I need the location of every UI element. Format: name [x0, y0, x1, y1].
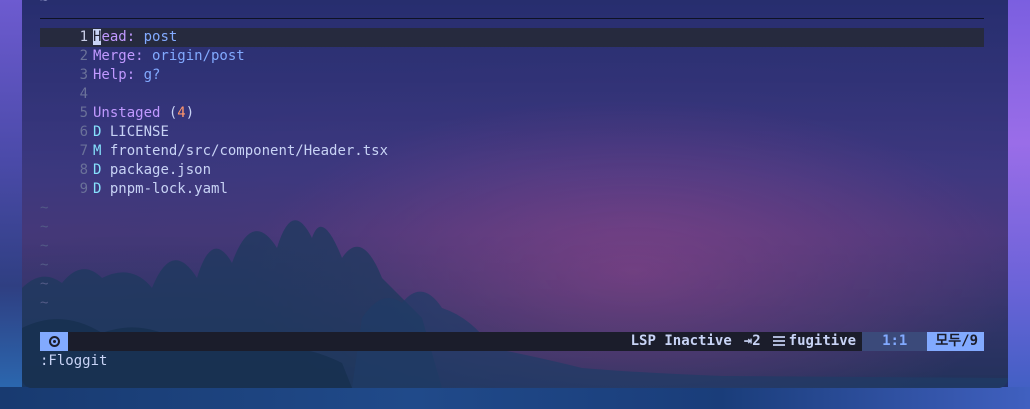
file-name: LICENSE — [109, 124, 169, 140]
line-number: 5 — [79, 105, 88, 121]
file-name: frontend/src/component/Header.tsx — [109, 143, 389, 159]
tilde-marker: ~ — [40, 295, 49, 311]
filetype-icon — [772, 335, 785, 347]
desktop-wallpaper-left — [0, 0, 22, 409]
line-number: 3 — [79, 67, 88, 83]
buffer-line-unstaged-header[interactable]: 5 Unstaged (4) — [40, 104, 984, 123]
window-separator — [40, 18, 984, 19]
unstaged-file-item[interactable]: 8D package.json — [40, 161, 984, 180]
merge-branch: origin/post — [143, 48, 245, 64]
buffer-line-help[interactable]: 3 Help: g? — [40, 66, 984, 85]
merge-key: Merge: — [93, 48, 144, 64]
tilde-marker: ~ — [40, 219, 49, 235]
buffer-line-blank[interactable]: 4 — [40, 85, 984, 104]
statusline: LSP Inactive ⇥2 fugitive 1:1 모두/9 — [40, 332, 984, 351]
line-number: 2 — [79, 48, 88, 64]
command-line[interactable]: :Floggit — [40, 352, 107, 371]
file-status-deleted: D — [93, 162, 102, 178]
filetype-indicator: fugitive — [767, 332, 862, 351]
empty-line: ~ — [40, 218, 984, 237]
file-status-deleted: D — [93, 124, 102, 140]
unstaged-file-item[interactable]: 7M frontend/src/component/Header.tsx — [40, 142, 984, 161]
line-number: 7 — [79, 143, 88, 159]
indent-setting: ⇥2 — [743, 333, 761, 349]
file-status-modified: M — [93, 143, 102, 159]
file-name: pnpm-lock.yaml — [109, 181, 228, 197]
tilde-marker: ~ — [40, 238, 49, 254]
cursor-position: 1:1 — [862, 332, 928, 351]
empty-line: ~ — [40, 294, 984, 313]
line-number: 6 — [79, 124, 88, 140]
head-branch: post — [135, 29, 178, 45]
file-status-deleted: D — [93, 181, 102, 197]
empty-line: ~ — [40, 237, 984, 256]
terminal-window[interactable]: ~ 1 Head: post 2 Merge: origin/post 3 Help:… — [22, 0, 1008, 388]
empty-line: ~ — [40, 275, 984, 294]
tilde-marker: ~ — [40, 257, 49, 273]
unstaged-count: 4 — [177, 105, 186, 121]
paren-close: ) — [185, 105, 195, 121]
desktop-wallpaper-right — [1008, 0, 1030, 409]
scroll-percent: 모두/9 — [927, 332, 984, 351]
buffer-line-merge[interactable]: 2 Merge: origin/post — [40, 47, 984, 66]
unstaged-section-title: Unstaged — [93, 105, 161, 121]
mode-indicator-icon — [40, 332, 68, 351]
lsp-status: LSP Inactive — [630, 333, 732, 349]
help-key: Help: — [93, 67, 136, 83]
line-number: 9 — [79, 181, 88, 197]
file-name: package.json — [109, 162, 212, 178]
desktop-wallpaper-bottom — [0, 387, 1030, 409]
unstaged-file-item[interactable]: 9D pnpm-lock.yaml — [40, 180, 984, 199]
help-value: g? — [135, 67, 161, 83]
head-key: ead: — [101, 29, 136, 45]
empty-line: ~ — [40, 256, 984, 275]
unstaged-file-item[interactable]: 6D LICENSE — [40, 123, 984, 142]
tilde-marker: ~ — [40, 276, 49, 292]
line-number: 8 — [79, 162, 88, 178]
filetype-label: fugitive — [788, 333, 857, 349]
line-number: 1 — [79, 29, 88, 45]
empty-line: ~ — [40, 199, 984, 218]
fugitive-status-buffer[interactable]: 1 Head: post 2 Merge: origin/post 3 Help: g… — [40, 28, 984, 313]
tilde-marker: ~ — [40, 200, 49, 216]
buffer-line-head[interactable]: 1 Head: post — [40, 28, 984, 47]
tilde-marker: ~ — [40, 0, 48, 8]
paren-open: ( — [160, 105, 178, 121]
line-number: 4 — [79, 86, 88, 102]
